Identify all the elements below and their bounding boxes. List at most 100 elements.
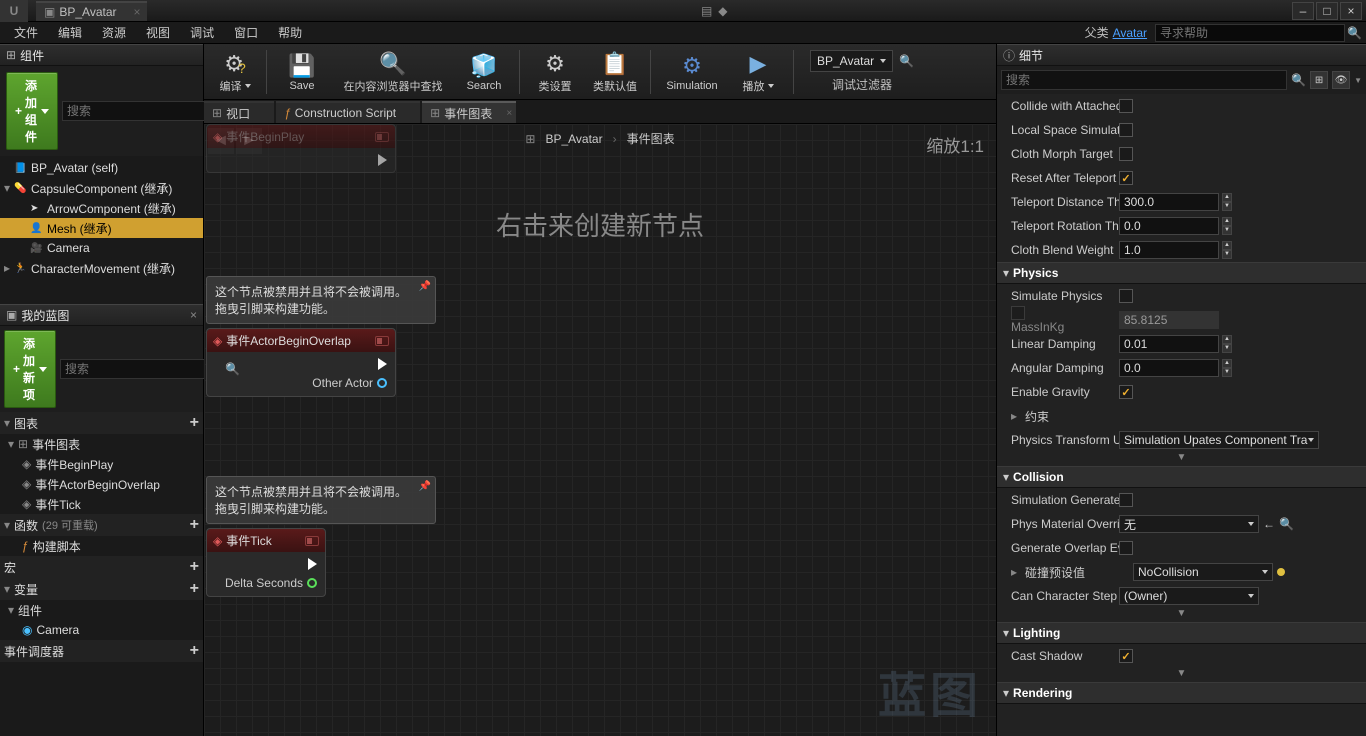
play-button[interactable]: ▶ 播放: [729, 46, 787, 98]
menu-item[interactable]: 编辑: [48, 22, 92, 43]
menu-item[interactable]: 文件: [4, 22, 48, 43]
debug-object-dropdown[interactable]: BP_Avatar: [810, 50, 893, 72]
item-event-graph[interactable]: ▾ ⊞ 事件图表: [0, 434, 203, 454]
breadcrumb-leaf[interactable]: 事件图表: [627, 130, 675, 147]
menu-item[interactable]: 窗口: [224, 22, 268, 43]
exec-out-pin[interactable]: [378, 358, 387, 370]
add-icon[interactable]: +: [190, 558, 199, 576]
node-enable-toggle[interactable]: [375, 132, 389, 142]
search-icon[interactable]: 🔍: [1279, 517, 1294, 531]
expand-more-icon[interactable]: ▼: [997, 608, 1366, 622]
section-macros[interactable]: 宏 +: [0, 556, 203, 578]
expand-more-icon[interactable]: ▼: [997, 452, 1366, 466]
checkbox[interactable]: [1119, 171, 1133, 185]
details-search-input[interactable]: [1001, 70, 1287, 90]
spinner[interactable]: ▲▼: [1222, 193, 1232, 211]
spinner[interactable]: ▲▼: [1222, 335, 1232, 353]
physics-transform-dropdown[interactable]: Simulation Upates Component Trans: [1119, 431, 1319, 449]
node-tick[interactable]: ◈事件Tick Delta Seconds: [206, 528, 326, 597]
expand-more-icon[interactable]: ▼: [997, 668, 1366, 682]
search-icon[interactable]: 🔍: [225, 362, 240, 376]
components-search-input[interactable]: [62, 101, 227, 121]
search-button[interactable]: 🧊 Search: [455, 46, 513, 98]
checkbox[interactable]: [1119, 541, 1133, 555]
source-control-icon[interactable]: ▤: [701, 4, 712, 18]
pin-icon[interactable]: 📌: [419, 281, 431, 292]
menu-item[interactable]: 调试: [180, 22, 224, 43]
spinner[interactable]: ▲▼: [1222, 217, 1232, 235]
dropdown[interactable]: 无: [1119, 515, 1259, 533]
component-row[interactable]: 🎥Camera: [0, 238, 203, 258]
spinner[interactable]: ▲▼: [1222, 359, 1232, 377]
spinner[interactable]: ▲▼: [1222, 241, 1232, 259]
search-icon[interactable]: 🔍: [1291, 73, 1306, 87]
add-icon[interactable]: +: [190, 414, 199, 432]
menu-item[interactable]: 视图: [136, 22, 180, 43]
number-input[interactable]: [1119, 193, 1219, 211]
browse-button[interactable]: 🔍 在内容浏览器中查找: [333, 46, 453, 98]
add-component-button[interactable]: + 添加组件: [6, 72, 58, 150]
add-icon[interactable]: +: [190, 580, 199, 598]
help-search-input[interactable]: [1155, 24, 1345, 42]
save-button[interactable]: 💾 Save: [273, 46, 331, 98]
item-construction-script[interactable]: ƒ 构建脚本: [0, 536, 203, 556]
category-rendering[interactable]: ▾Rendering: [997, 682, 1366, 704]
row-constraints[interactable]: ▸约束: [997, 404, 1366, 428]
variable-camera[interactable]: ◉ Camera: [0, 620, 203, 640]
number-input[interactable]: [1119, 359, 1219, 377]
pin-delta-seconds[interactable]: Delta Seconds: [215, 576, 317, 590]
checkbox[interactable]: [1119, 123, 1133, 137]
close-button[interactable]: ×: [1340, 2, 1362, 20]
property-matrix-button[interactable]: ⊞: [1310, 71, 1328, 89]
cloud-icon[interactable]: ◆: [718, 4, 727, 18]
exec-out-pin[interactable]: [308, 558, 317, 570]
checkbox[interactable]: [1119, 289, 1133, 303]
close-icon[interactable]: ×: [133, 5, 140, 19]
node-enable-toggle[interactable]: [305, 536, 319, 546]
component-row[interactable]: 📘BP_Avatar (self): [0, 158, 203, 178]
checkbox[interactable]: [1119, 385, 1133, 399]
class-settings-button[interactable]: ⚙ 类设置: [526, 46, 584, 98]
graph-event-item[interactable]: ◈事件Tick: [0, 494, 203, 514]
pin-other-actor[interactable]: Other Actor: [215, 376, 387, 390]
minimize-button[interactable]: –: [1292, 2, 1314, 20]
add-icon[interactable]: +: [190, 642, 199, 660]
section-dispatchers[interactable]: 事件调度器 +: [0, 640, 203, 662]
node-beginplay[interactable]: ◈事件BeginPlay: [206, 124, 396, 173]
dropdown[interactable]: NoCollision: [1133, 563, 1273, 581]
dropdown[interactable]: (Owner): [1119, 587, 1259, 605]
category-physics[interactable]: ▾Physics: [997, 262, 1366, 284]
node-enable-toggle[interactable]: [375, 336, 389, 346]
exec-out-pin[interactable]: [378, 154, 387, 166]
search-icon[interactable]: 🔍: [899, 54, 914, 68]
maximize-button[interactable]: □: [1316, 2, 1338, 20]
breadcrumb-root[interactable]: BP_Avatar: [545, 132, 602, 146]
pin-icon[interactable]: 📌: [419, 481, 431, 492]
cast-shadow-checkbox[interactable]: [1119, 649, 1133, 663]
component-row[interactable]: 👤Mesh (继承): [0, 218, 203, 238]
component-row[interactable]: ➤ArrowComponent (继承): [0, 198, 203, 218]
number-input[interactable]: [1119, 241, 1219, 259]
section-variables[interactable]: ▾ 变量 +: [0, 578, 203, 600]
section-graphs[interactable]: ▾ 图表 +: [0, 412, 203, 434]
chevron-down-icon[interactable]: ▼: [1354, 76, 1362, 85]
variables-components[interactable]: ▾ 组件: [0, 600, 203, 620]
checkbox[interactable]: [1119, 99, 1133, 113]
add-new-button[interactable]: + 添加新项: [4, 330, 56, 408]
section-functions[interactable]: ▾ 函数 (29 可重载) +: [0, 514, 203, 536]
search-icon[interactable]: 🔍: [1347, 26, 1362, 40]
graph-canvas[interactable]: ◄ ► ⊞ BP_Avatar › 事件图表 缩放1:1 右击来创建新节点 ◈事…: [204, 124, 996, 736]
add-icon[interactable]: +: [190, 516, 199, 534]
reset-icon[interactable]: ←: [1263, 517, 1275, 531]
number-input[interactable]: [1119, 335, 1219, 353]
class-defaults-button[interactable]: 📋 类默认值: [586, 46, 644, 98]
close-icon[interactable]: ×: [506, 108, 512, 119]
close-icon[interactable]: ×: [190, 308, 197, 322]
menu-item[interactable]: 资源: [92, 22, 136, 43]
checkbox[interactable]: [1119, 147, 1133, 161]
menu-item[interactable]: 帮助: [268, 22, 312, 43]
component-row[interactable]: ▸🏃CharacterMovement (继承): [0, 258, 203, 278]
tab-viewport[interactable]: ⊞ 视口: [204, 101, 274, 123]
tab-event-graph[interactable]: ⊞ 事件图表 ×: [422, 101, 516, 123]
checkbox[interactable]: [1119, 493, 1133, 507]
